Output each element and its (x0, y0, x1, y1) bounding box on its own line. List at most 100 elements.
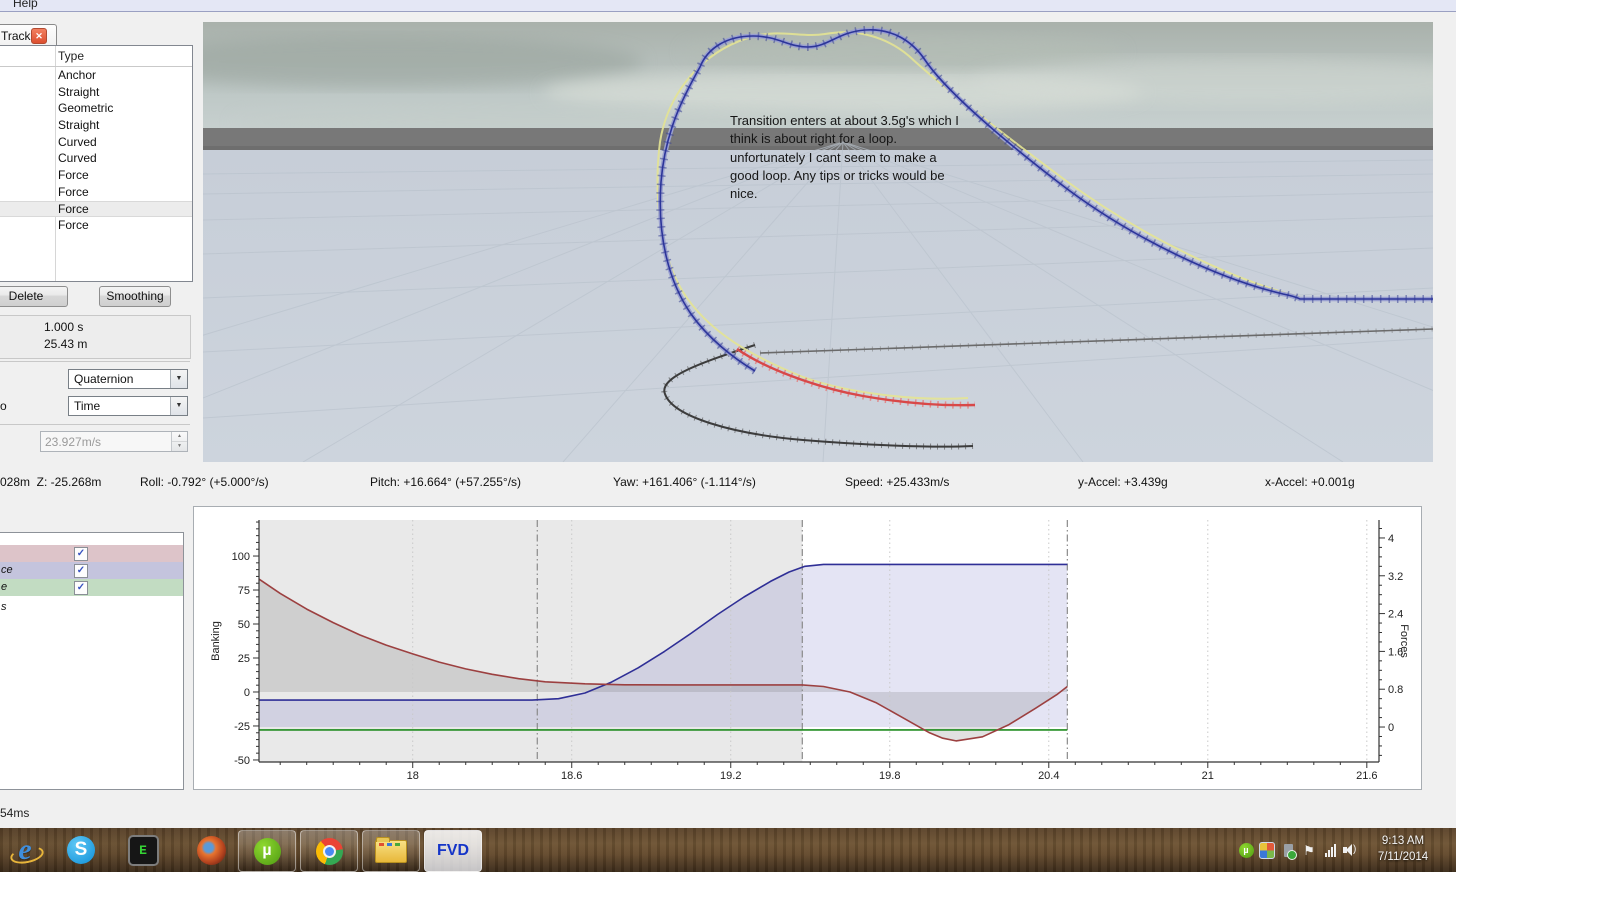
spin-up-icon[interactable]: ▲ (172, 432, 187, 442)
spin-down-icon[interactable]: ▼ (172, 442, 187, 451)
segment-info-box: 1.000 s 25.43 m (0, 315, 191, 359)
orientation-dropdown[interactable]: Quaternion ▼ (68, 369, 188, 389)
svg-text:0: 0 (1388, 722, 1394, 734)
segment-row[interactable]: Force (0, 201, 192, 218)
legend-label-fragment: e (1, 581, 7, 593)
segment-row[interactable]: Geometric (0, 100, 192, 117)
column-header-type[interactable]: Type (58, 49, 84, 63)
svg-text:20.4: 20.4 (1038, 770, 1059, 782)
speed-input[interactable] (41, 432, 169, 450)
svg-text:19.8: 19.8 (879, 770, 900, 782)
status-item: 028m Z: -25.268m (0, 475, 101, 489)
svg-text:19.2: 19.2 (720, 770, 741, 782)
explorer-taskbar-button[interactable] (362, 830, 420, 872)
taskbar: e S E µ FVD µ (0, 828, 1456, 872)
segment-row[interactable]: Curved (0, 134, 192, 151)
render-time-label: 54ms (0, 806, 29, 820)
tab-close-icon[interactable]: ✕ (31, 28, 47, 44)
menu-help[interactable]: Help (13, 0, 38, 10)
segment-list-header: Type (0, 46, 192, 67)
annotation-line: good loop. Any tips or tricks would be (730, 167, 980, 185)
mode-dropdown[interactable]: Time ▼ (68, 396, 188, 416)
status-bar: 028m Z: -25.268m Roll: -0.792° (+5.000°/s… (0, 470, 1456, 494)
tab-track[interactable]: Track ✕ (0, 24, 57, 46)
status-item: Pitch: +16.664° (+57.255°/s) (370, 475, 521, 489)
mode-value: Time (74, 399, 100, 413)
svg-text:21.6: 21.6 (1356, 770, 1377, 782)
spinner-buttons[interactable]: ▲ ▼ (171, 432, 187, 451)
tray-volume-icon[interactable]: ) (1343, 843, 1357, 857)
segment-row[interactable]: Straight (0, 117, 192, 134)
tray-network-icon[interactable] (1322, 842, 1338, 858)
skype-taskbar-icon[interactable]: S (64, 833, 98, 867)
annotation-line: think is about right for a loop. (730, 130, 980, 148)
status-item: Roll: -0.792° (+5.000°/s) (140, 475, 269, 489)
segment-row[interactable]: Curved (0, 150, 192, 167)
fvd-taskbar-button[interactable]: FVD (424, 830, 482, 872)
legend-extra-fragment: s (1, 601, 7, 613)
svg-text:0: 0 (244, 687, 250, 699)
segment-time: 1.000 s (44, 320, 83, 334)
clock-time: 9:13 AM (1358, 833, 1448, 849)
graph-panel: -50-25025507510000.81.62.43.241818.619.2… (193, 506, 1422, 790)
viewport-3d[interactable]: Transition enters at about 3.5g's which … (203, 22, 1433, 462)
svg-text:-25: -25 (234, 721, 250, 733)
graph-legend-rows: ✓ce✓e✓ (0, 545, 183, 596)
tab-track-label: Track (1, 29, 31, 43)
chrome-icon (316, 838, 343, 865)
console-taskbar-icon[interactable]: E (126, 833, 160, 867)
svg-text:4: 4 (1388, 533, 1394, 545)
status-item: Speed: +25.433m/s (845, 475, 949, 489)
legend-row: e✓ (0, 579, 183, 596)
system-tray: µ ⚑ ) (1238, 828, 1357, 872)
annotation-line: unfortunately I cant seem to make a (730, 149, 980, 167)
chevron-down-icon[interactable]: ▼ (170, 370, 187, 388)
legend-checkbox[interactable]: ✓ (74, 564, 88, 578)
tray-clock[interactable]: 9:13 AM 7/11/2014 (1358, 833, 1448, 865)
legend-checkbox[interactable]: ✓ (74, 581, 88, 595)
force-banking-chart[interactable]: -50-25025507510000.81.62.43.241818.619.2… (194, 507, 1419, 787)
legend-row: ✓ (0, 545, 183, 562)
segment-row[interactable]: Anchor (0, 67, 192, 84)
svg-text:21: 21 (1202, 770, 1214, 782)
chrome-taskbar-button[interactable] (300, 830, 358, 872)
console-icon: E (128, 835, 159, 866)
legend-checkbox[interactable]: ✓ (74, 547, 88, 561)
segment-row[interactable]: Force (0, 167, 192, 184)
delete-button[interactable]: Delete (0, 286, 68, 307)
segment-row[interactable]: Straight (0, 84, 192, 101)
svg-text:Banking: Banking (210, 621, 222, 661)
viewport-3d-scene (203, 22, 1433, 462)
mode-label-fragment: o (0, 399, 7, 413)
svg-text:-50: -50 (234, 755, 250, 767)
status-item: y-Accel: +3.439g (1078, 475, 1168, 489)
clock-date: 7/11/2014 (1358, 849, 1448, 865)
folder-icon (375, 840, 407, 863)
menu-bar: Help (0, 0, 1456, 12)
utorrent-taskbar-button[interactable]: µ (238, 830, 296, 872)
tray-utorrent-icon[interactable]: µ (1238, 842, 1254, 858)
ie-ring (9, 844, 46, 867)
viewport-annotation: Transition enters at about 3.5g's which … (730, 112, 980, 203)
segment-length: 25.43 m (44, 337, 87, 351)
svg-text:25: 25 (238, 653, 250, 665)
segment-row[interactable]: Force (0, 184, 192, 201)
screen: Help Track ✕ Type AnchorStraightGeometri… (0, 0, 1600, 900)
tray-app-icon[interactable] (1259, 842, 1275, 858)
svg-text:2.4: 2.4 (1388, 609, 1403, 621)
annotation-line: nice. (730, 185, 980, 203)
tray-usb-icon[interactable] (1280, 842, 1296, 858)
status-item: Yaw: +161.406° (-1.114°/s) (613, 475, 756, 489)
chevron-down-icon[interactable]: ▼ (170, 397, 187, 415)
ie-taskbar-icon[interactable]: e (8, 833, 42, 867)
annotation-line: Transition enters at about 3.5g's which … (730, 112, 980, 130)
svg-text:75: 75 (238, 585, 250, 597)
segment-list[interactable]: Type AnchorStraightGeometricStraightCurv… (0, 45, 193, 282)
tray-action-center-flag-icon[interactable]: ⚑ (1301, 842, 1317, 858)
legend-label-fragment: ce (1, 564, 13, 576)
browser-flame-taskbar-icon[interactable] (194, 833, 228, 867)
speed-stepper[interactable]: ▲ ▼ (40, 431, 188, 452)
smoothing-button[interactable]: Smoothing (99, 286, 171, 307)
orientation-value: Quaternion (74, 372, 133, 386)
segment-row[interactable]: Force (0, 217, 192, 234)
